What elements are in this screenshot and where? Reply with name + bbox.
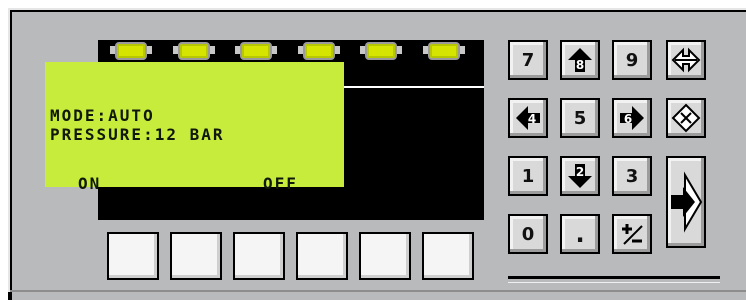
clear-button[interactable] [666,98,706,138]
key-0[interactable]: 0 [508,214,548,254]
key-decimal[interactable]: . [560,214,600,254]
up-arrow-icon: 8 [568,48,592,72]
key-decimal-label: . [575,220,585,248]
indicator-led-4 [305,44,333,58]
indicator-led-6 [430,44,458,58]
key-9[interactable]: 9 [612,40,652,80]
key-0-label: 0 [521,223,535,245]
key-3[interactable]: 3 [612,156,652,196]
lcd-display: MODE:AUTO PRESSURE:12 BAR ON OFF [45,62,344,193]
key-5-label: 5 [573,107,587,129]
panel-divider [508,276,720,279]
svg-text:8: 8 [576,58,584,72]
key-1-label: 1 [521,165,535,187]
softkey-2[interactable] [170,232,222,280]
softkey-6[interactable] [422,232,474,280]
plus-minus-icon [622,224,643,245]
plus-minus-button[interactable] [612,214,652,254]
lcd-softkey-label-on: ON [78,174,102,193]
lcd-pressure-line: PRESSURE:12 BAR [50,125,225,144]
down-arrow-icon: 2 [568,164,592,188]
softkey-4[interactable] [296,232,348,280]
right-arrow-icon: 6 [620,106,644,130]
enter-button[interactable] [666,156,706,248]
svg-text:2: 2 [576,165,584,179]
cross-icon [671,103,701,133]
svg-text:4: 4 [528,112,536,126]
key-5[interactable]: 5 [560,98,600,138]
key-2-down[interactable]: 2 [560,156,600,196]
key-7[interactable]: 7 [508,40,548,80]
softkey-5[interactable] [359,232,411,280]
indicator-led-5 [367,44,395,58]
svg-text:6: 6 [624,112,632,126]
indicator-led-1 [117,44,145,58]
left-right-arrow-icon [671,47,701,73]
key-7-label: 7 [521,49,535,71]
swap-button[interactable] [666,40,706,80]
key-1[interactable]: 1 [508,156,548,196]
lcd-softkey-label-off: OFF [263,174,298,193]
softkey-1[interactable] [107,232,159,280]
lcd-mode-line: MODE:AUTO [50,106,155,125]
key-4-left[interactable]: 4 [508,98,548,138]
key-8-up[interactable]: 8 [560,40,600,80]
left-arrow-icon: 4 [516,106,540,130]
key-3-label: 3 [625,165,639,187]
panel-divider-highlight [508,282,720,283]
key-9-label: 9 [625,49,639,71]
softkey-3[interactable] [233,232,285,280]
indicator-led-2 [180,44,208,58]
key-6-right[interactable]: 6 [612,98,652,138]
enter-arrow-icon [671,171,703,233]
indicator-led-3 [242,44,270,58]
